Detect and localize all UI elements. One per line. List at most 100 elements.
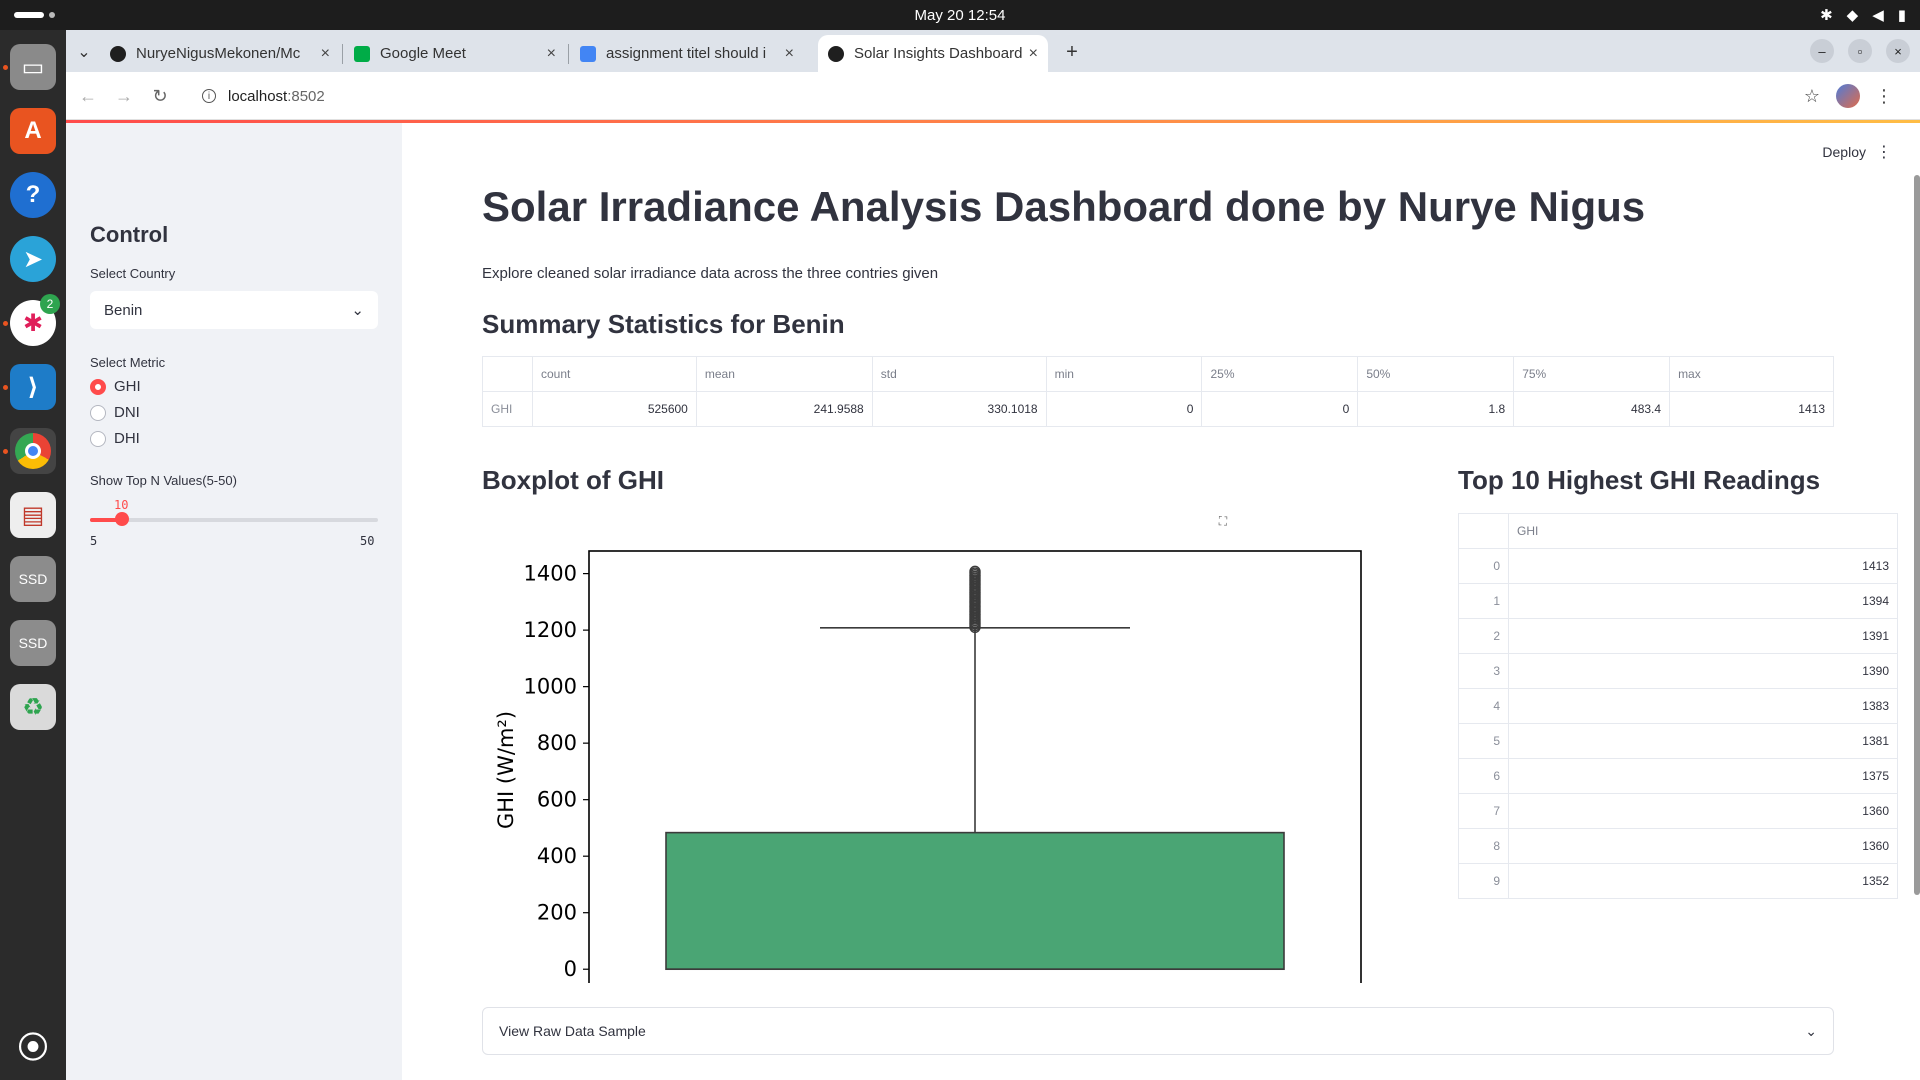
- close-tab-icon[interactable]: ×: [1029, 45, 1038, 63]
- close-tab-icon[interactable]: ×: [321, 45, 330, 63]
- table-cell[interactable]: 330.1018: [871, 391, 1047, 427]
- address-bar[interactable]: i localhost:8502: [186, 78, 1846, 114]
- system-tray[interactable]: ✱ ◆ ◀ ▮: [1820, 6, 1906, 24]
- table-cell[interactable]: 1.8: [1357, 391, 1515, 427]
- ssd-drive-icon[interactable]: SSD: [10, 620, 56, 666]
- github-icon: [110, 45, 126, 62]
- table-cell[interactable]: 1390: [1508, 653, 1898, 689]
- running-indicator: [3, 321, 8, 326]
- column-header[interactable]: count: [531, 356, 697, 392]
- column-header[interactable]: mean: [695, 356, 873, 392]
- bookmark-star-icon[interactable]: ☆: [1800, 84, 1824, 108]
- site-info-icon[interactable]: i: [202, 89, 216, 103]
- table-row[interactable]: 9 1352: [1458, 863, 1898, 899]
- tab-assignment-doc[interactable]: assignment titel should i ×: [570, 35, 804, 72]
- table-row[interactable]: 4 1383: [1458, 688, 1898, 724]
- tab-google-meet[interactable]: Google Meet ×: [344, 35, 566, 72]
- ssd-drive-icon[interactable]: SSD: [10, 556, 56, 602]
- chevron-down-icon: ⌄: [1805, 1022, 1817, 1039]
- app-center-icon[interactable]: A: [10, 108, 56, 154]
- files-app-icon[interactable]: ▭: [10, 44, 56, 90]
- table-cell[interactable]: 1360: [1508, 793, 1898, 829]
- tab-github[interactable]: NuryeNigusMekonen/Mc ×: [100, 35, 340, 72]
- table-row[interactable]: 2 1391: [1458, 618, 1898, 654]
- table-row[interactable]: 6 1375: [1458, 758, 1898, 794]
- streamlit-app: Control Select Country Benin ⌄ Select Me…: [66, 120, 1920, 1080]
- maximize-icon[interactable]: ▫: [1848, 39, 1872, 63]
- browser-toolbar: ← → ↻ i localhost:8502 ☆ ⋮: [66, 72, 1920, 120]
- minimize-icon[interactable]: –: [1810, 39, 1834, 63]
- column-header[interactable]: GHI: [1508, 513, 1898, 549]
- table-cell[interactable]: 1383: [1508, 688, 1898, 724]
- browser-menu-icon[interactable]: ⋮: [1872, 84, 1896, 108]
- column-header[interactable]: 50%: [1357, 356, 1515, 392]
- table-row[interactable]: 0 1413: [1458, 548, 1898, 584]
- table-row[interactable]: 7 1360: [1458, 793, 1898, 829]
- table-cell[interactable]: 1413: [1669, 391, 1834, 427]
- table-row[interactable]: 1 1394: [1458, 583, 1898, 619]
- table-cell[interactable]: 1360: [1508, 828, 1898, 864]
- top-n-slider[interactable]: [90, 512, 378, 526]
- telegram-icon[interactable]: ➤: [10, 236, 56, 282]
- table-cell[interactable]: 1413: [1508, 548, 1898, 584]
- reload-icon[interactable]: ↻: [148, 84, 172, 108]
- table-row[interactable]: 8 1360: [1458, 828, 1898, 864]
- vscode-icon[interactable]: ⟩: [10, 364, 56, 410]
- table-row[interactable]: 5 1381: [1458, 723, 1898, 759]
- main-menu-icon[interactable]: ⋮: [1876, 142, 1892, 162]
- profile-avatar[interactable]: [1836, 84, 1860, 108]
- country-select[interactable]: Benin ⌄: [90, 291, 378, 329]
- metric-radio-ghi[interactable]: GHI: [90, 378, 141, 395]
- help-icon[interactable]: ?: [10, 172, 56, 218]
- close-tab-icon[interactable]: ×: [785, 45, 794, 63]
- page-scrollbar[interactable]: [1914, 175, 1920, 895]
- battery-icon[interactable]: ▮: [1898, 6, 1906, 24]
- document-viewer-icon[interactable]: ▤: [10, 492, 56, 538]
- slider-thumb[interactable]: [115, 512, 129, 526]
- chrome-icon[interactable]: [10, 428, 56, 474]
- column-header[interactable]: 25%: [1201, 356, 1359, 392]
- tab-search-icon[interactable]: ⌄: [72, 40, 96, 64]
- system-clock[interactable]: May 20 12:54: [0, 7, 1920, 24]
- column-header[interactable]: max: [1669, 356, 1834, 392]
- back-icon[interactable]: ←: [76, 84, 100, 108]
- table-cell[interactable]: 1381: [1508, 723, 1898, 759]
- table-row[interactable]: GHI 525600 241.9588 330.1018 0 0 1.8 483…: [482, 391, 1834, 427]
- column-header[interactable]: std: [871, 356, 1047, 392]
- top-values-table[interactable]: GHI 0 1413 1 1394 2 1391 3 1390 4 1383 5 1381 6 1375 7…: [1458, 513, 1898, 899]
- table-cell[interactable]: 1375: [1508, 758, 1898, 794]
- radio-selected-icon: [90, 378, 106, 395]
- row-index: GHI: [482, 391, 533, 427]
- show-apps-icon[interactable]: ⦿: [10, 1022, 56, 1068]
- close-tab-icon[interactable]: ×: [547, 45, 556, 63]
- column-header[interactable]: min: [1045, 356, 1203, 392]
- table-cell[interactable]: 1352: [1508, 863, 1898, 899]
- column-header[interactable]: 75%: [1513, 356, 1671, 392]
- table-cell[interactable]: 483.4: [1513, 391, 1671, 427]
- slack-icon[interactable]: ✱ 2: [10, 294, 60, 346]
- table-cell[interactable]: 1394: [1508, 583, 1898, 619]
- forward-icon[interactable]: →: [112, 84, 136, 108]
- summary-table[interactable]: count mean std min 25% 50% 75% max GHI 5…: [482, 356, 1834, 427]
- metric-radio-dni[interactable]: DNI: [90, 404, 140, 421]
- deploy-button[interactable]: Deploy: [1822, 144, 1866, 160]
- running-indicator: [3, 65, 8, 70]
- new-tab-icon[interactable]: +: [1060, 40, 1084, 64]
- metric-radio-dhi[interactable]: DHI: [90, 430, 140, 447]
- row-index: 3: [1458, 653, 1509, 689]
- trash-icon[interactable]: ♻: [10, 684, 56, 730]
- table-cell[interactable]: 1391: [1508, 618, 1898, 654]
- volume-icon[interactable]: ◀: [1872, 6, 1884, 24]
- y-tick-label: 600: [537, 788, 577, 812]
- table-cell[interactable]: 0: [1201, 391, 1359, 427]
- table-row[interactable]: 3 1390: [1458, 653, 1898, 689]
- table-cell[interactable]: 241.9588: [695, 391, 873, 427]
- table-cell[interactable]: 525600: [531, 391, 697, 427]
- row-index: 2: [1458, 618, 1509, 654]
- tab-solar-insights[interactable]: Solar Insights Dashboard ×: [818, 35, 1048, 72]
- close-window-icon[interactable]: ×: [1886, 39, 1910, 63]
- table-cell[interactable]: 0: [1045, 391, 1203, 427]
- slack-tray-icon[interactable]: ✱: [1820, 6, 1833, 24]
- wifi-icon[interactable]: ◆: [1847, 6, 1859, 24]
- raw-data-expander[interactable]: View Raw Data Sample ⌄: [482, 1007, 1834, 1055]
